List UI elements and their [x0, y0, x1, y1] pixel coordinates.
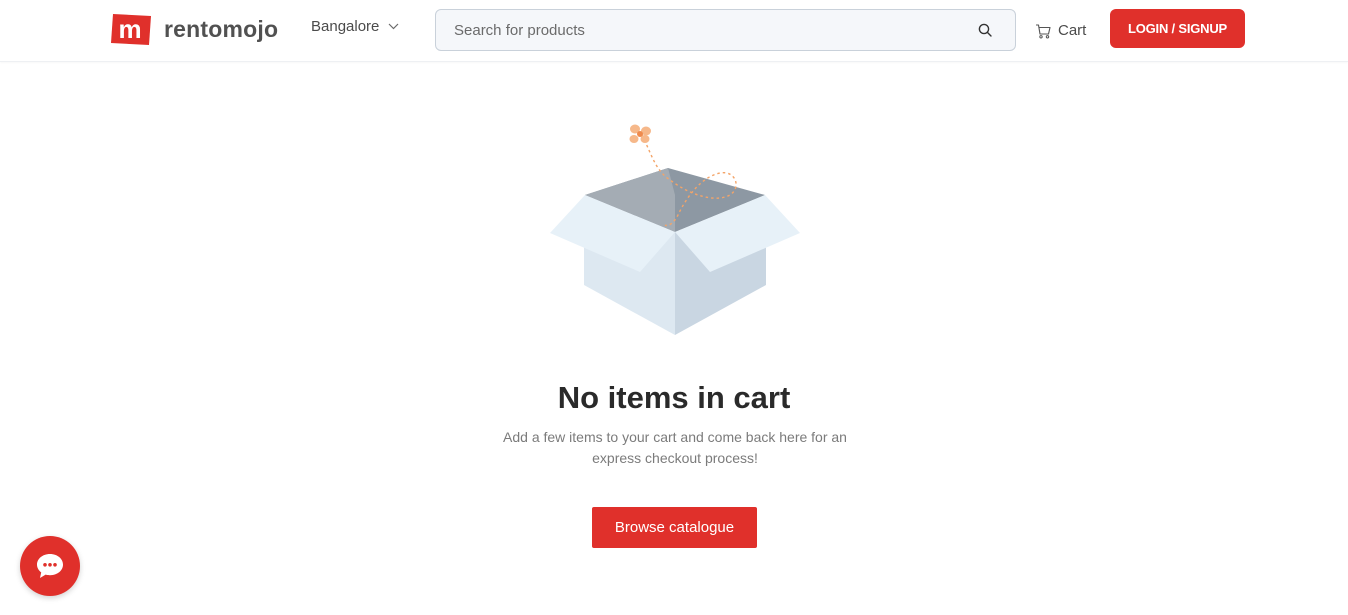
chat-bubble-icon: [37, 554, 63, 578]
cart-label: Cart: [1058, 22, 1087, 39]
butterfly-icon: [629, 124, 651, 143]
cart-link[interactable]: Cart: [1035, 22, 1086, 39]
cart-icon: [1036, 23, 1051, 39]
brand-name: rentomojo: [164, 15, 279, 42]
city-selector[interactable]: Bangalore: [311, 18, 399, 35]
chat-button[interactable]: [20, 536, 80, 596]
search-bar: [435, 9, 1016, 51]
empty-cart-subtitle: Add a few items to your cart and come ba…: [503, 429, 847, 466]
rentomojo-logo-icon: m: [111, 13, 151, 45]
empty-box-illustration: [550, 124, 800, 335]
city-label: Bangalore: [311, 18, 380, 35]
empty-cart-title: No items in cart: [557, 380, 791, 415]
search-icon[interactable]: [977, 22, 993, 38]
brand-logo[interactable]: m rentomojo: [110, 12, 278, 46]
chevron-down-icon: [388, 23, 399, 30]
search-input[interactable]: [436, 10, 977, 50]
browse-catalogue-button[interactable]: Browse catalogue: [592, 507, 757, 548]
top-header: m rentomojo Bangalore Cart LOGIN / SIGNU…: [0, 0, 1348, 62]
login-signup-button[interactable]: LOGIN / SIGNUP: [1110, 9, 1245, 48]
svg-text:m: m: [118, 14, 141, 44]
